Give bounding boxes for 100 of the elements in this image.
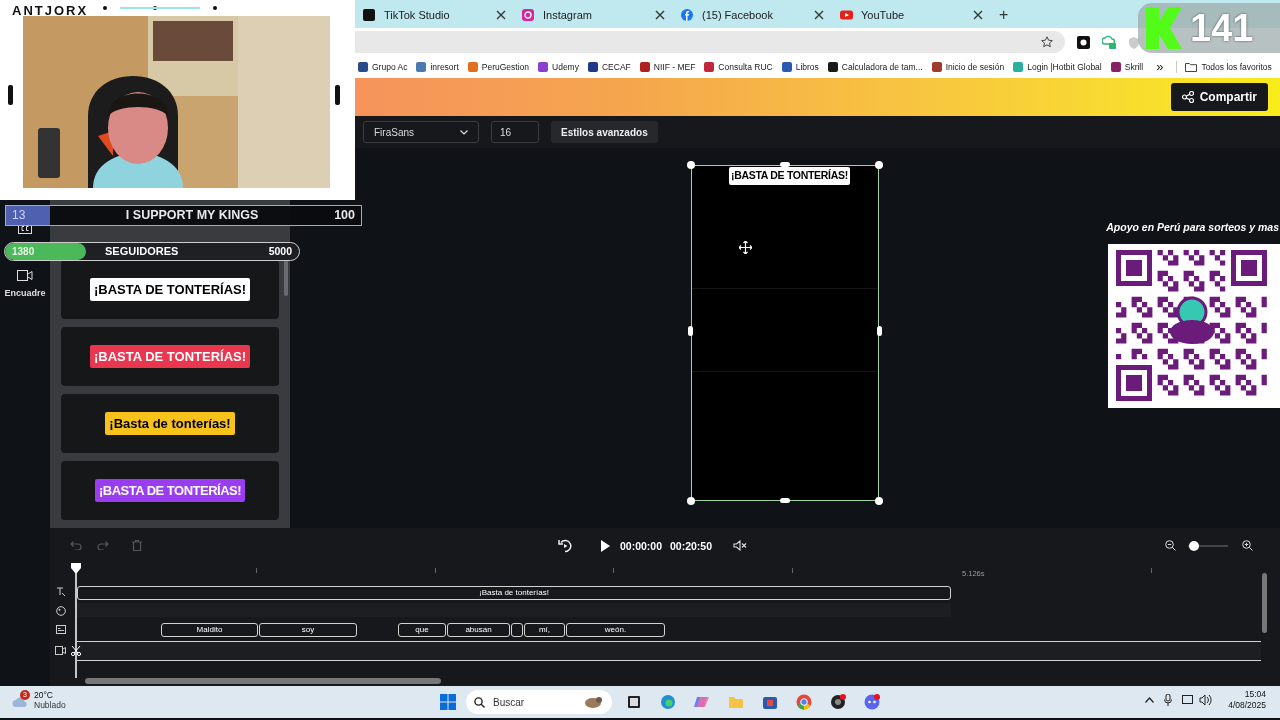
chat-icon[interactable] — [864, 694, 880, 710]
scrollbar-thumb[interactable] — [284, 260, 288, 296]
undo-icon[interactable] — [70, 540, 82, 550]
close-icon[interactable] — [814, 10, 824, 20]
chrome-icon[interactable] — [796, 694, 812, 710]
star-icon[interactable] — [1041, 36, 1053, 48]
caption-style-sample: ¡Basta de tonterías! — [105, 411, 235, 436]
font-dropdown[interactable]: FiraSans — [363, 121, 479, 143]
network-volume-icon[interactable] — [1182, 694, 1215, 706]
bookmark[interactable]: Calculadora de tam... — [827, 60, 923, 74]
resize-handle[interactable] — [688, 326, 693, 336]
folder-icon — [1185, 62, 1198, 72]
bookmark[interactable]: CECAF — [587, 60, 631, 74]
bookmark[interactable]: Udemy — [538, 60, 579, 74]
search-field[interactable]: Buscar — [466, 690, 612, 714]
close-icon[interactable] — [973, 10, 983, 20]
bookmark[interactable]: Inicio de sesión — [931, 60, 1005, 74]
caption-style-sample: ¡BASTA DE TONTERÍAS! — [94, 478, 246, 503]
extension-icon[interactable] — [1077, 35, 1090, 49]
resize-handle[interactable] — [687, 497, 695, 505]
bookmark[interactable]: Libros — [781, 60, 819, 74]
channel-name: ANTJORX — [12, 2, 89, 20]
frame-mark — [335, 85, 340, 105]
follower-count: 1380 — [11, 245, 36, 259]
mute-icon[interactable] — [733, 540, 747, 551]
palette-icon[interactable] — [56, 606, 66, 616]
caption-clip[interactable]: Maldito — [161, 623, 258, 637]
bookmark[interactable]: Skrill — [1110, 60, 1144, 74]
chevron-up-icon[interactable] — [1145, 697, 1155, 703]
captions-icon[interactable] — [56, 625, 66, 634]
new-tab-button[interactable]: + — [991, 2, 1017, 28]
browser-tab[interactable]: (15) Facebook — [673, 2, 832, 28]
bookmark[interactable]: PeruGestion — [467, 60, 530, 74]
current-time: 00:00:00 — [620, 539, 663, 554]
microphone-icon[interactable] — [1164, 694, 1173, 706]
app-icon — [363, 8, 376, 22]
trash-icon[interactable] — [132, 540, 142, 551]
frame-mark — [8, 85, 13, 105]
resize-handle[interactable] — [875, 497, 883, 505]
swirl-icon[interactable] — [660, 694, 676, 710]
bookmark[interactable]: inresort — [416, 60, 459, 74]
browser-tab[interactable]: Instagram — [514, 2, 673, 28]
caption-clip[interactable]: abusan — [447, 623, 510, 637]
share-button[interactable]: Compartir — [1170, 83, 1268, 111]
bookmark[interactable]: NIIF - MEF — [639, 60, 696, 74]
weather-condition: Nublado — [34, 700, 66, 710]
circle-f-icon — [681, 8, 694, 22]
browser-tab[interactable]: YouTube — [832, 2, 991, 28]
video-track[interactable] — [77, 641, 1261, 661]
goal-count: 13 — [6, 206, 50, 225]
bookmark[interactable]: Consulta RUC — [704, 60, 773, 74]
preset-card[interactable]: ¡Basta de tonterías! — [61, 394, 279, 453]
caption-style-sample: ¡BASTA DE TONTERÍAS! — [89, 277, 251, 302]
zoom-out-icon[interactable] — [1165, 540, 1176, 551]
play-icon[interactable] — [600, 540, 610, 552]
caption-clip[interactable]: que — [398, 623, 446, 637]
resize-handle[interactable] — [875, 161, 883, 169]
advanced-styles-button[interactable]: Estilos avanzados — [551, 121, 658, 143]
all-bookmarks-folder[interactable]: Todos los favoritos — [1176, 60, 1272, 74]
sparkle-icon[interactable] — [694, 694, 710, 710]
video-canvas[interactable]: ¡BASTA DE TONTERÍAS! — [691, 165, 879, 501]
preset-card[interactable]: ¡BASTA DE TONTERÍAS! — [61, 461, 279, 520]
caption-clip[interactable]: soy — [259, 623, 357, 637]
empty-clip[interactable] — [511, 623, 523, 637]
vertical-scrollbar[interactable] — [1262, 573, 1267, 633]
store-icon[interactable] — [762, 694, 778, 710]
browser-tab[interactable]: TikTok Studio — [355, 2, 514, 28]
sidebar-label[interactable]: Encuadre — [4, 287, 46, 301]
bookmark[interactable]: Grupo Ac — [358, 60, 408, 74]
preset-card[interactable]: ¡BASTA DE TONTERÍAS! — [61, 260, 279, 319]
resize-handle[interactable] — [780, 498, 790, 503]
video-camera-icon[interactable] — [55, 646, 66, 655]
close-icon[interactable] — [655, 10, 665, 20]
caption-text[interactable]: ¡BASTA DE TONTERÍAS! — [729, 167, 850, 185]
clock-time: 15:04 — [1244, 689, 1266, 700]
replay-icon[interactable] — [558, 539, 572, 553]
move-icon[interactable] — [739, 241, 752, 254]
font-size-field[interactable]: 16 — [491, 121, 539, 143]
text-effect-icon[interactable] — [56, 587, 66, 597]
caption-clip[interactable]: mí, — [524, 623, 565, 637]
bookmark[interactable]: Login |Hotbit Global — [1013, 60, 1102, 74]
caption-clip[interactable]: weón. — [566, 623, 665, 637]
resize-handle[interactable] — [780, 162, 790, 167]
video-camera-icon[interactable] — [17, 270, 33, 281]
k-logo-icon — [1146, 7, 1182, 49]
more-bookmarks-button[interactable]: » — [1156, 57, 1164, 77]
preset-card[interactable]: ¡BASTA DE TONTERÍAS! — [61, 327, 279, 386]
resize-handle[interactable] — [877, 326, 882, 336]
text-clip[interactable]: ¡Basta de tonterías! — [77, 586, 951, 600]
zoom-in-icon[interactable] — [1242, 540, 1253, 551]
resize-handle[interactable] — [687, 161, 695, 169]
camera-icon[interactable] — [830, 694, 846, 710]
close-icon[interactable] — [496, 10, 506, 20]
app-icon[interactable] — [626, 694, 642, 710]
clock-date: 4/08/2025 — [1228, 700, 1266, 711]
cloud-icon[interactable] — [1102, 35, 1116, 49]
scissors-icon[interactable] — [71, 646, 81, 656]
horizontal-scrollbar[interactable] — [85, 678, 441, 684]
temperature: 20°C — [34, 690, 54, 700]
counter-value: 141 — [1190, 9, 1254, 47]
